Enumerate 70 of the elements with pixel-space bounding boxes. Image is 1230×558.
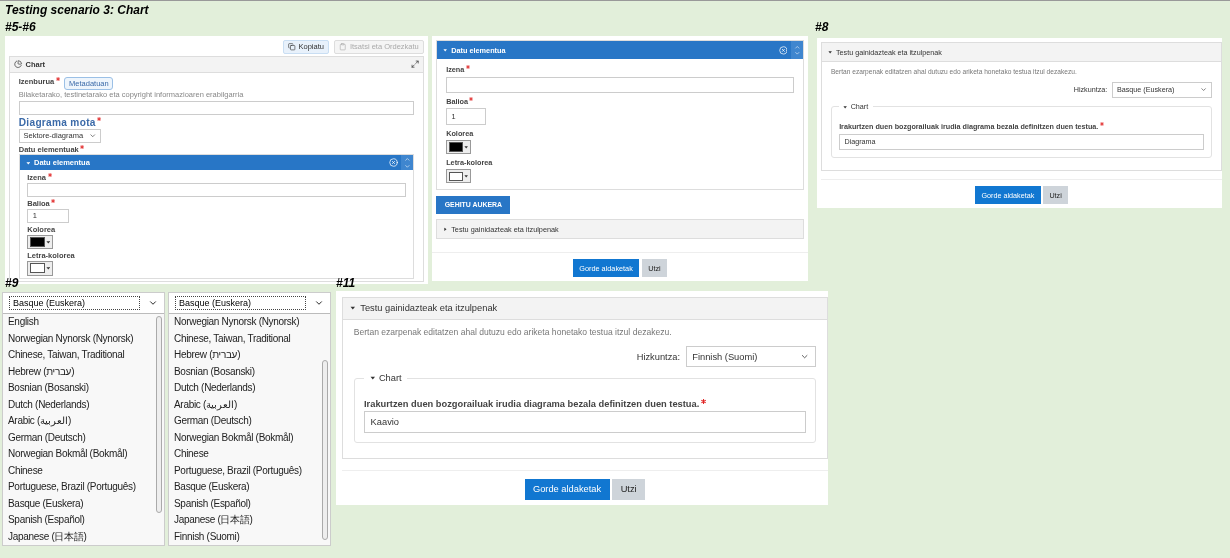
language-option[interactable]: English bbox=[3, 314, 154, 331]
chevron-down-icon bbox=[89, 132, 97, 140]
color-picker[interactable] bbox=[27, 234, 53, 250]
color-picker[interactable] bbox=[27, 260, 53, 276]
language-option[interactable]: Spanish (Español) bbox=[3, 512, 154, 529]
text-field[interactable] bbox=[27, 182, 406, 197]
reorder-handle[interactable] bbox=[790, 41, 803, 59]
section-description: Bertan ezarpenak editatzen ahal dutuzu edo ariketa honetako testua itzul dezakezu. bbox=[353, 327, 673, 338]
scrollbar-thumb[interactable] bbox=[322, 360, 328, 541]
chart-icon bbox=[14, 60, 23, 69]
cancel-button[interactable]: Utzi bbox=[612, 478, 645, 500]
language-option[interactable]: Japanese (日本語) bbox=[3, 528, 154, 545]
color-picker[interactable] bbox=[446, 139, 472, 155]
step-label: #11 bbox=[336, 276, 356, 290]
language-option[interactable]: Arabic (العربية) bbox=[169, 396, 320, 413]
language-option[interactable]: Japanese (日本語) bbox=[169, 512, 320, 529]
field-label: Diagrama mota bbox=[18, 117, 96, 128]
language-option[interactable]: Norwegian Bokmål (Bokmål) bbox=[3, 446, 154, 463]
language-option[interactable]: Dutch (Nederlands) bbox=[3, 396, 154, 413]
scrollbar-thumb[interactable] bbox=[156, 316, 162, 513]
copy-icon bbox=[288, 43, 296, 51]
language-option[interactable]: Bosnian (Bosanski) bbox=[3, 380, 154, 397]
language-option[interactable]: Norwegian Bokmål (Bokmål) bbox=[169, 429, 320, 446]
language-option[interactable]: Spanish (Español) bbox=[169, 495, 320, 512]
expand-icon[interactable] bbox=[410, 60, 419, 69]
language-option[interactable]: Hebrew (עברית) bbox=[3, 363, 154, 380]
language-option[interactable]: Chinese, Taiwan, Traditional bbox=[169, 330, 320, 347]
language-option[interactable]: Hebrew (עברית) bbox=[169, 347, 320, 364]
page-title: Testing scenario 3: Chart bbox=[5, 3, 149, 17]
caret-icon bbox=[45, 239, 51, 245]
chevron-down-icon bbox=[314, 298, 324, 308]
caret-icon bbox=[45, 266, 51, 271]
section-header[interactable]: Testu gainidazteak eta itzulpenak bbox=[342, 297, 827, 320]
text-field[interactable]: Kaavio bbox=[364, 411, 806, 433]
chevron-down-icon bbox=[1199, 86, 1208, 94]
language-option[interactable]: Portuguese, Brazil (Português) bbox=[3, 479, 154, 496]
step-label: #8 bbox=[815, 20, 829, 34]
step-label: #5-#6 bbox=[5, 20, 36, 34]
select-value: Basque (Euskera) bbox=[9, 296, 140, 310]
clipboard-icon bbox=[339, 43, 347, 51]
save-button[interactable]: Gorde aldaketak bbox=[524, 478, 610, 500]
field-label: Irakurtzen duen bozgorailuak irudia diagrama bezala definitzen duen testua. bbox=[364, 398, 700, 409]
language-option[interactable]: Chinese bbox=[169, 446, 320, 463]
select-value: Basque (Euskera) bbox=[175, 296, 306, 310]
language-option[interactable]: Portuguese, Brazil (Português) bbox=[169, 462, 320, 479]
fieldset-title: Chart bbox=[378, 372, 402, 383]
language-option[interactable]: Chinese, Taiwan, Traditional bbox=[3, 347, 154, 364]
language-option[interactable]: Basque (Euskera) bbox=[3, 495, 154, 512]
language-option[interactable]: Finnish (Suomi) bbox=[169, 528, 320, 545]
chevron-down-icon bbox=[148, 298, 158, 308]
language-option[interactable]: Chinese bbox=[3, 462, 154, 479]
reorder-handle[interactable] bbox=[401, 155, 414, 171]
section-title: Testu gainidazteak eta itzulpenak bbox=[360, 303, 498, 314]
close-icon[interactable] bbox=[778, 45, 788, 55]
language-select[interactable]: Finnish (Suomi) bbox=[685, 346, 816, 367]
title-field[interactable] bbox=[18, 100, 415, 116]
step-label: #9 bbox=[5, 276, 19, 290]
language-option[interactable]: Arabic (العربية) bbox=[3, 413, 154, 430]
language-option[interactable]: German (Deutsch) bbox=[169, 413, 320, 430]
color-picker[interactable] bbox=[446, 169, 472, 184]
language-label: Hizkuntza: bbox=[636, 351, 681, 362]
language-option[interactable]: Norwegian Nynorsk (Nynorsk) bbox=[169, 314, 320, 331]
language-option[interactable]: German (Deutsch) bbox=[3, 429, 154, 446]
close-icon[interactable] bbox=[388, 158, 398, 168]
language-option[interactable]: Norwegian Nynorsk (Nynorsk) bbox=[3, 330, 154, 347]
language-option[interactable]: Bosnian (Bosanski) bbox=[169, 363, 320, 380]
language-option[interactable]: Dutch (Nederlands) bbox=[169, 380, 320, 397]
text-field[interactable] bbox=[446, 76, 794, 94]
language-option[interactable]: Basque (Euskera) bbox=[169, 479, 320, 496]
caret-icon bbox=[464, 174, 469, 179]
